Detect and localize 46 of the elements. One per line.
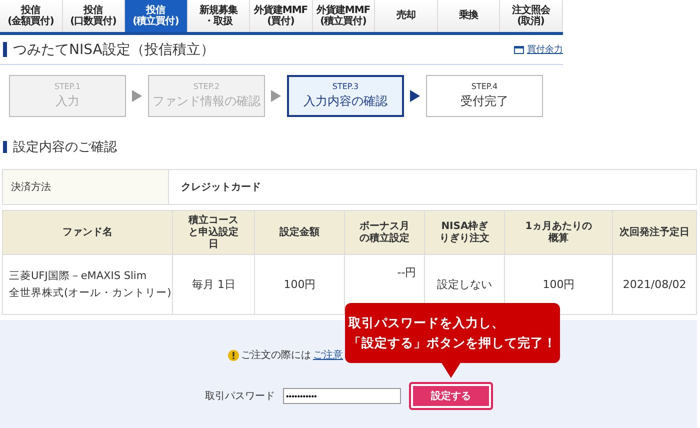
table-cell: 決済方法: [2, 170, 168, 204]
warning-icon: [228, 350, 239, 360]
tab[interactable]: 新規募集 ・取扱: [188, 0, 250, 32]
notice-link[interactable]: ご注意: [313, 348, 343, 362]
step-label: 入力内容の確認: [304, 93, 388, 110]
step-label: ファンド情報の確認: [152, 93, 260, 110]
step-number: STEP.3: [332, 82, 359, 91]
section-title: 設定内容のご確認: [13, 139, 117, 156]
column-header: 積立コースと申込設定日: [172, 210, 255, 254]
arrow-icon: [132, 90, 142, 102]
submit-button[interactable]: 設定する: [413, 386, 489, 406]
tab[interactable]: 投信 (積立買付): [125, 0, 188, 32]
column-header: 1ヵ月あたりの概算: [504, 210, 613, 254]
table-cell: 100円: [254, 254, 345, 314]
arrow-icon: [410, 90, 420, 102]
arrow-icon: [271, 90, 281, 102]
step-number: STEP.4: [471, 82, 498, 91]
step-label: 受付完了: [460, 93, 508, 110]
tab[interactable]: 乗換: [438, 0, 500, 32]
tab[interactable]: 投信 (金額買付): [0, 0, 62, 32]
tab[interactable]: 投信 (口数買付): [62, 0, 125, 32]
password-field[interactable]: •••••••••••: [283, 388, 401, 404]
title-marker-icon: [3, 42, 7, 57]
password-label: 取引パスワード: [205, 390, 275, 403]
table-cell: クレジットカード: [168, 170, 696, 204]
column-header: NISA枠ぎりぎり注文: [424, 210, 505, 254]
table-cell: 三菱UFJ国際－eMAXIS Slim 全世界株式(オール・カントリー): [2, 254, 173, 314]
tab[interactable]: 注文照会 (取消): [500, 0, 562, 32]
page-title: つみたてNISA設定（投信積立）: [13, 40, 214, 58]
column-header: ボーナス月の積立設定: [344, 210, 425, 254]
section-marker-icon: [3, 141, 7, 153]
column-header: 次回発注予定日: [612, 210, 696, 254]
column-header: 設定金額: [254, 210, 345, 254]
step-number: STEP.2: [193, 82, 220, 91]
window-icon: [514, 45, 524, 54]
notice-text: ご注文の際には: [241, 348, 311, 362]
callout-text: 取引パスワードを入力し、 「設定する」ボタンを押して完了！: [348, 314, 556, 352]
table-cell: 毎月 1日: [172, 254, 255, 314]
tab[interactable]: 外貨建MMF (買付): [250, 0, 312, 32]
column-header: ファンド名: [2, 210, 173, 254]
tab[interactable]: 外貨建MMF (積立買付): [312, 0, 375, 32]
table-cell: 2021/08/02: [612, 254, 696, 314]
tab[interactable]: 売却: [375, 0, 438, 32]
step-label: 入力: [56, 93, 80, 110]
buying-power-link[interactable]: 買付余力: [527, 43, 563, 56]
step-number: STEP.1: [54, 82, 81, 91]
